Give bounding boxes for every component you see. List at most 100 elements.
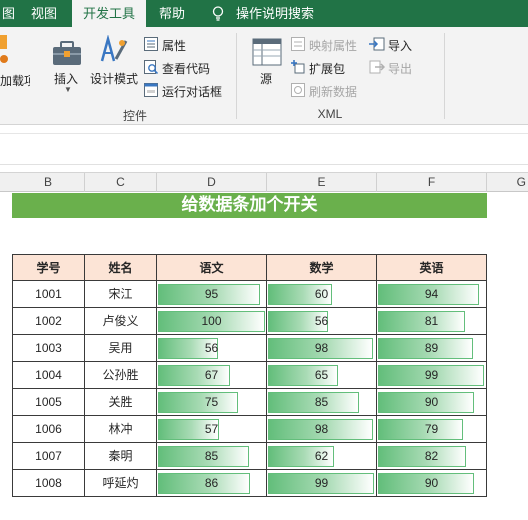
tab-help[interactable]: 帮助 [150,0,194,27]
data-bar-value: 56 [314,314,329,328]
cell-math[interactable]: 56 [267,308,377,335]
data-bar-value: 57 [204,422,219,436]
cell-name[interactable]: 秦明 [85,443,157,470]
cell-english[interactable]: 90 [377,389,487,416]
data-bar-value: 86 [204,476,219,490]
refresh-data-button[interactable]: 刷新数据 [309,83,357,100]
cell-math[interactable]: 98 [267,416,377,443]
insert-label: 插入 [54,72,79,86]
column-header-c[interactable]: C [85,173,157,192]
table-row: 1008 呼延灼 86 99 90 [12,470,487,497]
cell-english[interactable]: 81 [377,308,487,335]
cell-student-id[interactable]: 1007 [12,443,85,470]
cell-english[interactable]: 99 [377,362,487,389]
export-icon [369,60,385,74]
cell-math[interactable]: 99 [267,470,377,497]
table-row: 1007 秦明 85 62 82 [12,443,487,470]
cell-english[interactable]: 90 [377,470,487,497]
name-box-row [0,133,528,163]
cell-student-id[interactable]: 1004 [12,362,85,389]
cell-name[interactable]: 公孙胜 [85,362,157,389]
data-bar-value: 98 [314,341,329,355]
cell-chinese[interactable]: 86 [157,470,267,497]
cell-english[interactable]: 94 [377,281,487,308]
xml-source-icon [252,38,282,66]
import-button[interactable]: 导入 [388,37,412,54]
cell-chinese[interactable]: 75 [157,389,267,416]
cell-name[interactable]: 呼延灼 [85,470,157,497]
cell-student-id[interactable]: 1002 [12,308,85,335]
expansion-pack-icon [291,60,305,74]
cell-name[interactable]: 卢俊义 [85,308,157,335]
data-bar-value: 75 [204,395,219,409]
cell-math[interactable]: 85 [267,389,377,416]
data-bar-value: 67 [204,368,219,382]
source-button[interactable]: 源 [260,70,272,87]
table-row: 1006 林冲 57 98 79 [12,416,487,443]
column-header-g[interactable]: G [487,173,528,192]
xml-group-label: XML [317,107,343,121]
cell-student-id[interactable]: 1006 [12,416,85,443]
data-bar-value: 89 [424,341,439,355]
cell-english[interactable]: 82 [377,443,487,470]
cell-chinese[interactable]: 85 [157,443,267,470]
cell-name[interactable]: 关胜 [85,389,157,416]
column-header-f[interactable]: F [377,173,487,192]
cell-math[interactable]: 62 [267,443,377,470]
design-mode-button[interactable]: 设计模式 [90,70,138,87]
view-code-button[interactable]: 查看代码 [162,60,210,77]
cell-math[interactable]: 98 [267,335,377,362]
cell-student-id[interactable]: 1003 [12,335,85,362]
run-dialog-icon [144,83,158,97]
toolbox-icon [53,41,81,65]
source-label: 源 [260,72,273,86]
column-header-d[interactable]: D [157,173,267,192]
header-chinese: 语文 [157,254,267,281]
cell-chinese[interactable]: 100 [157,308,267,335]
cell-english[interactable]: 79 [377,416,487,443]
cell-math[interactable]: 60 [267,281,377,308]
table-row: 1003 吴用 56 98 89 [12,335,487,362]
column-header-b[interactable]: B [12,173,85,192]
properties-button[interactable]: 属性 [162,37,186,54]
map-properties-icon [291,37,305,51]
tab-view-partial[interactable]: 图 [0,0,22,27]
addins-button[interactable]: 加载项 [0,72,30,89]
cell-name[interactable]: 宋江 [85,281,157,308]
header-math: 数学 [267,254,377,281]
cell-student-id[interactable]: 1001 [12,281,85,308]
data-bar-value: 85 [204,449,219,463]
column-header-row: B C D E F G [0,172,528,192]
view-code-icon [144,60,158,74]
header-student-id: 学号 [12,254,85,281]
cell-chinese[interactable]: 56 [157,335,267,362]
cell-name[interactable]: 吴用 [85,335,157,362]
cell-chinese[interactable]: 67 [157,362,267,389]
table-row: 1001 宋江 95 60 94 [12,281,487,308]
cell-student-id[interactable]: 1008 [12,470,85,497]
map-properties-button[interactable]: 映射属性 [309,37,357,54]
data-bar-value: 81 [424,314,439,328]
tab-developer[interactable]: 开发工具 [72,0,146,27]
tell-me-search[interactable]: 操作说明搜索 [236,0,316,27]
import-label: 导入 [388,39,413,53]
cell-student-id[interactable]: 1005 [12,389,85,416]
table-row: 1005 关胜 75 85 90 [12,389,487,416]
expansion-packs-label: 扩展包 [309,62,346,76]
cell-chinese[interactable]: 57 [157,416,267,443]
export-button[interactable]: 导出 [388,60,412,77]
cell-chinese[interactable]: 95 [157,281,267,308]
cell-name[interactable]: 林冲 [85,416,157,443]
chevron-down-icon[interactable]: ▼ [64,85,72,94]
expansion-packs-button[interactable]: 扩展包 [309,60,345,77]
cell-english[interactable]: 89 [377,335,487,362]
map-properties-label: 映射属性 [309,39,358,53]
run-dialog-button[interactable]: 运行对话框 [162,83,222,100]
tab-view[interactable]: 视图 [24,0,64,27]
header-english: 英语 [377,254,487,281]
design-mode-icon [100,35,128,62]
properties-icon [144,37,158,51]
title-banner: 给数据条加个开关 [12,193,487,218]
column-header-e[interactable]: E [267,173,377,192]
cell-math[interactable]: 65 [267,362,377,389]
